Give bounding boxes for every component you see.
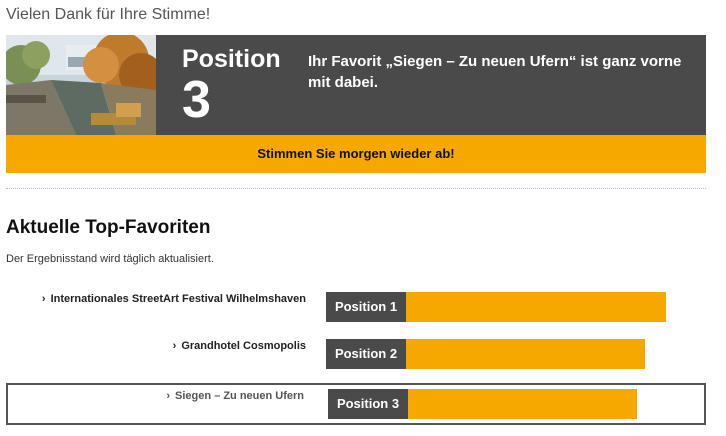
favorite-status-text: Ihr Favorit „Siegen – Zu neuen Ufern“ is…	[308, 53, 682, 91]
chevron-right-icon: ›	[41, 293, 46, 305]
section-subtitle: Der Ergebnisstand wird täglich aktualisi…	[6, 253, 214, 265]
position-number: 3	[182, 71, 211, 129]
vote-again-banner[interactable]: Stimmen Sie morgen wieder ab!	[6, 135, 706, 173]
position-block: Position 3	[182, 45, 281, 127]
favorite-photo	[6, 35, 156, 135]
section-title: Aktuelle Top-Favoriten	[6, 217, 211, 238]
position-word: Position	[182, 45, 281, 73]
thanks-message: Vielen Dank für Ihre Stimme!	[6, 6, 211, 23]
ranking-item-link[interactable]: › Grandhotel Cosmopolis	[173, 340, 306, 352]
ranking-row-selected: › Siegen – Zu neuen Ufern Position 3	[6, 383, 706, 425]
result-banner: Position 3 Ihr Favorit „Siegen – Zu neue…	[6, 35, 706, 135]
ranking-row: › Grandhotel Cosmopolis Position 2	[6, 336, 706, 374]
ranking-bar	[406, 339, 645, 369]
ranking-row: › Internationales StreetArt Festival Wilh…	[6, 289, 706, 327]
ranking-item-link[interactable]: › Siegen – Zu neuen Ufern	[166, 390, 304, 402]
ranking-bar	[408, 389, 637, 419]
chevron-right-icon: ›	[172, 340, 177, 352]
divider	[6, 188, 706, 189]
ranking-bar	[406, 292, 666, 322]
ranking-position-label: Position 1	[326, 292, 406, 322]
ranking-item-link[interactable]: › Internationales StreetArt Festival Wilh…	[42, 293, 306, 305]
ranking-position-label: Position 2	[326, 339, 406, 369]
chevron-right-icon: ›	[166, 390, 171, 402]
ranking-position-label: Position 3	[328, 389, 408, 419]
